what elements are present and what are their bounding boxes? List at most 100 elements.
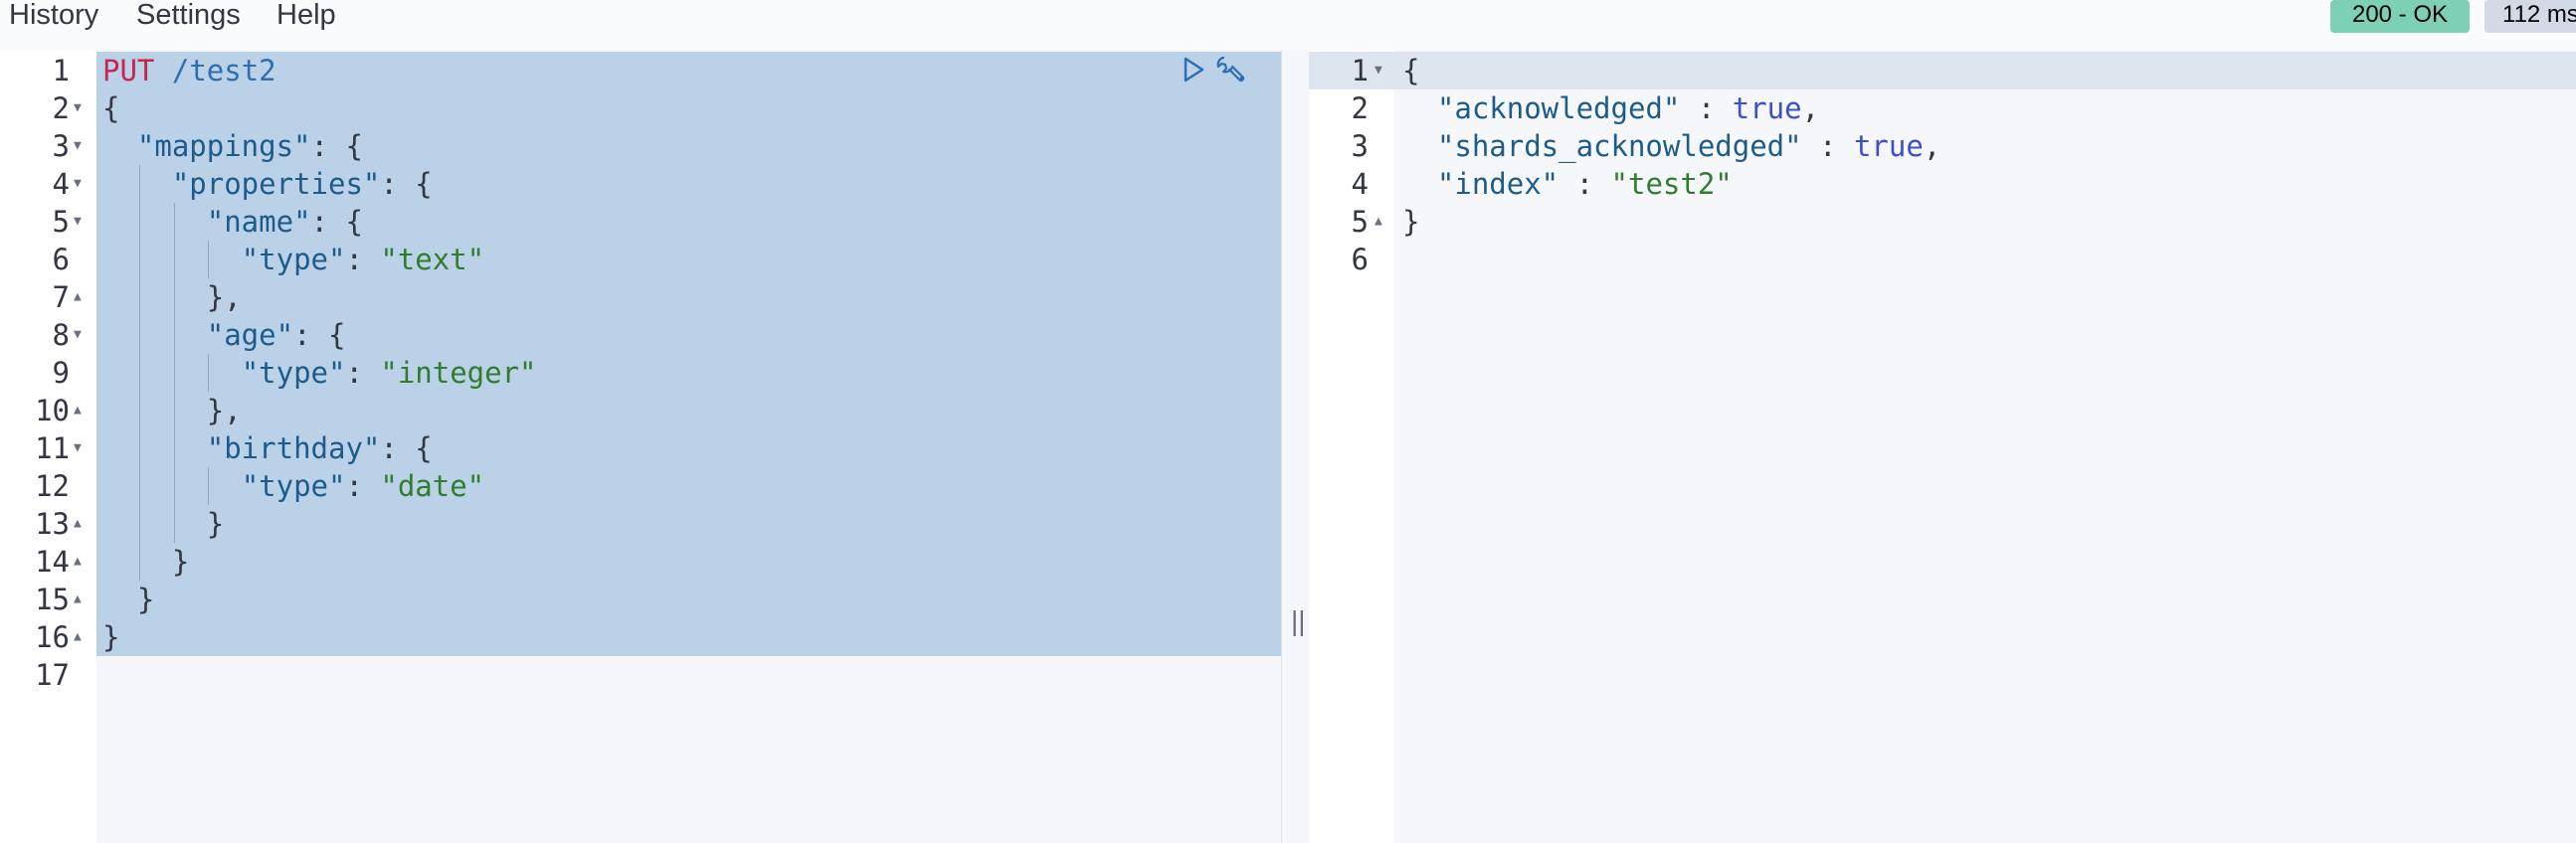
menu-history[interactable]: History [9,0,98,30]
line-number: 10 [35,394,70,427]
code-line[interactable]: } [102,505,224,543]
code-token: "index" [1436,167,1560,201]
code-token: "integer" [380,356,537,390]
code-line[interactable]: "type": "date" [102,467,484,505]
code-token: } [1402,205,1420,239]
line-number: 11 [35,431,70,465]
code-token: : [345,469,381,503]
code-line[interactable]: "birthday": { [102,429,433,467]
code-token: } [136,583,155,616]
fold-down-icon[interactable]: ▼ [74,127,82,165]
line-number: 14 [35,545,70,579]
indent-guide [173,505,175,543]
fold-down-icon[interactable]: ▼ [74,89,82,127]
code-token: }, [206,280,242,314]
request-url: /test2 [171,54,276,87]
line-number: 4 [1351,167,1369,201]
code-line: "index" : "test2" [1402,165,1733,203]
code-line[interactable]: } [102,581,154,618]
line-number: 9 [52,356,70,390]
code-line: "shards_acknowledged" : true, [1402,127,1940,165]
code-line: } [1402,203,1419,241]
line-number: 6 [52,243,70,276]
code-token: "type" [241,356,346,390]
line-number: 3 [1351,129,1369,163]
resizer-grip-icon[interactable]: || [1291,605,1306,637]
code-token: : { [310,205,363,239]
indent-guide [138,392,140,429]
wrench-icon[interactable] [1215,55,1249,86]
code-token: "birthday" [206,431,381,465]
code-token: : [1801,129,1854,163]
code-token: : [1680,91,1733,125]
code-token: "type" [241,243,346,276]
line-number: 6 [1351,243,1369,276]
request-method: PUT [102,54,155,87]
indent-guide [173,203,175,241]
fold-up-icon[interactable]: ▲ [74,581,82,618]
code-token: { [1402,54,1420,87]
code-line[interactable]: { [102,89,119,127]
code-token: , [1923,129,1941,163]
line-number: 1 [1351,54,1369,87]
line-number: 3 [52,129,70,163]
code-token: "date" [380,469,485,503]
fold-up-icon[interactable]: ▲ [74,278,82,316]
code-line[interactable]: "mappings": { [102,127,363,165]
status-badge: 200 - OK [2330,0,2470,33]
run-icon[interactable] [1180,55,1207,84]
indent-guide [138,505,140,543]
code-token: : [1559,167,1611,201]
indent-guide [173,278,175,316]
fold-up-icon[interactable]: ▲ [74,505,82,543]
line-number: 13 [35,507,70,541]
fold-down-icon[interactable]: ▼ [1375,52,1382,89]
code-token: } [206,507,225,541]
line-number: 5 [1351,205,1369,239]
request-line[interactable]: PUT /test2 [102,52,276,89]
fold-up-icon[interactable]: ▲ [74,392,82,429]
menu-help[interactable]: Help [276,0,336,30]
fold-up-icon[interactable]: ▲ [74,618,82,656]
indent-guide [173,354,175,392]
code-token: "test2" [1610,167,1733,201]
code-token: }, [206,394,242,427]
fold-up-icon[interactable]: ▲ [74,543,82,581]
code-line[interactable]: "type": "text" [102,241,484,278]
code-token: : { [310,129,363,163]
fold-up-icon[interactable]: ▲ [1375,203,1382,241]
code-token: "shards_acknowledged" [1436,129,1802,163]
code-line[interactable]: "type": "integer" [102,354,537,392]
code-token: "age" [206,318,294,352]
indent-guide [138,543,140,581]
fold-down-icon[interactable]: ▼ [74,316,82,354]
fold-down-icon[interactable]: ▼ [74,203,82,241]
pane-resizer[interactable]: || [1281,50,1309,843]
indent-guide [173,467,175,505]
code-line[interactable]: "name": { [102,203,363,241]
indent-guide [173,316,175,354]
indent-guide [173,241,175,278]
code-line[interactable]: }, [102,278,242,316]
code-token: "mappings" [136,129,311,163]
code-token: } [171,545,190,579]
line-number: 8 [52,318,70,352]
fold-down-icon[interactable]: ▼ [74,429,82,467]
indent-guide [138,203,140,241]
line-number: 17 [35,658,70,692]
indent-guide [138,316,140,354]
indent-guide [208,241,210,278]
code-line[interactable]: } [102,618,119,656]
code-line[interactable]: } [102,543,189,581]
code-token: true [1853,129,1924,163]
code-token: : { [380,167,433,201]
line-number: 2 [52,91,70,125]
code-line[interactable]: }, [102,392,242,429]
response-time-badge: 112 ms [2484,0,2576,33]
code-line[interactable]: "properties": { [102,165,433,203]
menu-settings[interactable]: Settings [136,0,241,30]
line-number: 1 [52,54,70,87]
indent-guide [138,165,140,203]
response-active-line [1309,52,2576,89]
fold-down-icon[interactable]: ▼ [74,165,82,203]
